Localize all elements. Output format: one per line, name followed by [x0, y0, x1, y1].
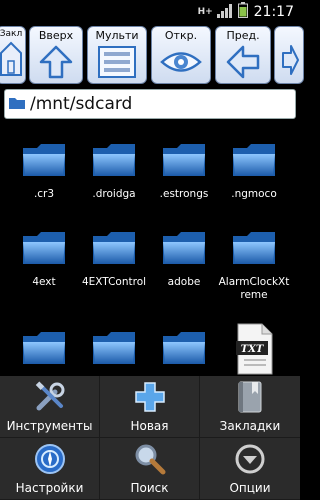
file-name: 4ext — [32, 276, 56, 288]
search-icon — [134, 441, 166, 477]
file-name: adobe — [167, 276, 201, 288]
folder-item[interactable]: .ngmoco — [218, 142, 290, 201]
folder-icon — [91, 142, 137, 182]
back-button[interactable]: Пред. — [215, 26, 271, 84]
folder-icon — [161, 142, 207, 182]
menu-label: Закладки — [219, 419, 281, 433]
menu-label: Настройки — [15, 481, 84, 495]
bookmarks-menu-item[interactable]: Закладки — [200, 376, 300, 438]
open-button[interactable]: Откр. — [151, 26, 211, 84]
toolbar-label: Откр. — [164, 29, 198, 42]
folder-icon — [91, 330, 137, 370]
folder-icon — [91, 230, 137, 270]
multi-select-button[interactable]: Мульти — [87, 26, 147, 84]
folder-icon — [231, 142, 277, 182]
file-name: 4EXTControl — [81, 276, 147, 288]
plus-icon — [134, 379, 166, 415]
chevron-down-icon — [234, 441, 266, 477]
menu-label: Опции — [229, 481, 271, 495]
svg-text:TXT: TXT — [241, 344, 265, 355]
bookmark-book-icon — [237, 379, 263, 415]
folder-item[interactable] — [78, 330, 150, 375]
settings-menu-item[interactable]: Настройки — [0, 438, 100, 500]
back-arrow-icon — [225, 44, 261, 84]
forward-arrow-icon — [279, 43, 299, 81]
tools-icon — [33, 379, 67, 415]
folder-icon — [161, 230, 207, 270]
new-menu-item[interactable]: Новая — [100, 376, 200, 438]
folder-icon — [21, 142, 67, 182]
folder-item[interactable]: adobe — [148, 230, 220, 289]
folder-icon — [21, 330, 67, 370]
folder-icon — [161, 330, 207, 370]
menu-label: Инструменты — [6, 419, 93, 433]
folder-icon — [231, 230, 277, 270]
toolbar: Закл Вверх Мульти Откр. Пред. — [0, 24, 304, 86]
folder-item[interactable]: AlarmClockXtreme — [218, 230, 290, 302]
toolbar-label: Вверх — [38, 29, 74, 42]
folder-item[interactable]: 4EXTControl — [78, 230, 150, 289]
folder-item[interactable] — [148, 330, 220, 375]
battery-icon — [237, 2, 248, 22]
toolbar-label: Мульти — [95, 29, 139, 42]
folder-item[interactable] — [8, 330, 80, 375]
multi-select-icon — [96, 44, 138, 84]
file-name: .estrongs — [159, 188, 209, 200]
file-name: .cr3 — [33, 188, 55, 200]
file-name: .ngmoco — [231, 188, 277, 200]
folder-item[interactable]: .droidga — [78, 142, 150, 201]
txt-file-icon: TXT — [234, 323, 274, 375]
network-type-label: H+ — [197, 6, 213, 17]
next-button[interactable] — [274, 26, 304, 84]
file-name: .droidga — [92, 188, 136, 200]
menu-label: Поиск — [130, 481, 169, 495]
clock: 21:17 — [253, 4, 294, 20]
options-menu: Инструменты Новая Закладки Настройки Пои… — [0, 376, 300, 500]
file-grid: .cr3 .droidga .estrongs .ngmoco 4ext 4EX… — [0, 130, 300, 375]
bookmark-house-icon — [0, 41, 22, 81]
path-bar[interactable]: /mnt/sdcard — [4, 89, 296, 119]
folder-item[interactable]: 4ext — [8, 230, 80, 289]
signal-icon — [216, 3, 232, 22]
tools-menu-item[interactable]: Инструменты — [0, 376, 100, 438]
bookmarks-toolbar-button[interactable]: Закл — [0, 26, 26, 84]
menu-label: Новая — [130, 419, 169, 433]
search-menu-item[interactable]: Поиск — [100, 438, 200, 500]
up-arrow-icon — [38, 44, 74, 84]
up-button[interactable]: Вверх — [29, 26, 83, 84]
toolbar-label: Закл — [0, 29, 23, 39]
folder-item[interactable]: .estrongs — [148, 142, 220, 201]
toolbar-label: Пред. — [226, 29, 260, 42]
options-menu-item[interactable]: Опции — [200, 438, 300, 500]
file-name: AlarmClockXtreme — [218, 276, 290, 301]
path-text: /mnt/sdcard — [30, 94, 133, 114]
status-bar: H+ 21:17 — [0, 0, 300, 24]
folder-item[interactable]: .cr3 — [8, 142, 80, 201]
folder-icon — [8, 95, 26, 114]
file-item[interactable]: TXT — [218, 323, 290, 375]
folder-icon — [21, 230, 67, 270]
eye-icon — [159, 44, 203, 84]
settings-icon — [34, 441, 66, 477]
